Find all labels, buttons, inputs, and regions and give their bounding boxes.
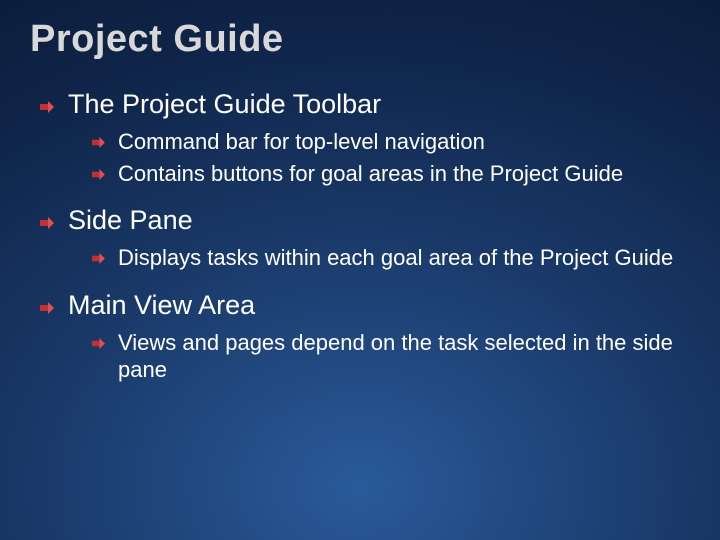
list-item: Main View Area Views and pages depend on… bbox=[40, 290, 690, 384]
bullet-icon bbox=[40, 302, 54, 314]
bullet-icon bbox=[40, 217, 54, 229]
bullet-icon bbox=[92, 338, 105, 349]
list-item: Views and pages depend on the task selec… bbox=[92, 329, 690, 384]
list-item: Side Pane Displays tasks within each goa… bbox=[40, 205, 690, 272]
list-item-label: Views and pages depend on the task selec… bbox=[118, 330, 673, 383]
list-item-label: Side Pane bbox=[68, 205, 193, 235]
sub-list: Displays tasks within each goal area of … bbox=[92, 244, 690, 272]
bullet-icon bbox=[92, 137, 105, 148]
list-item: Command bar for top-level navigation bbox=[92, 128, 690, 156]
list-item-label: The Project Guide Toolbar bbox=[68, 89, 381, 119]
list-item: The Project Guide Toolbar Command bar fo… bbox=[40, 89, 690, 187]
bullet-icon bbox=[92, 253, 105, 264]
slide: Project Guide The Project Guide Toolbar … bbox=[0, 0, 720, 540]
list-item-label: Contains buttons for goal areas in the P… bbox=[118, 161, 623, 186]
bullet-icon bbox=[92, 169, 105, 180]
list-item-label: Command bar for top-level navigation bbox=[118, 129, 485, 154]
list-item-label: Displays tasks within each goal area of … bbox=[118, 245, 673, 270]
slide-title: Project Guide bbox=[30, 18, 690, 61]
bullet-list: The Project Guide Toolbar Command bar fo… bbox=[40, 89, 690, 384]
bullet-icon bbox=[40, 101, 54, 113]
list-item: Displays tasks within each goal area of … bbox=[92, 244, 690, 272]
sub-list: Command bar for top-level navigation Con… bbox=[92, 128, 690, 187]
sub-list: Views and pages depend on the task selec… bbox=[92, 329, 690, 384]
list-item-label: Main View Area bbox=[68, 290, 255, 320]
list-item: Contains buttons for goal areas in the P… bbox=[92, 160, 690, 188]
